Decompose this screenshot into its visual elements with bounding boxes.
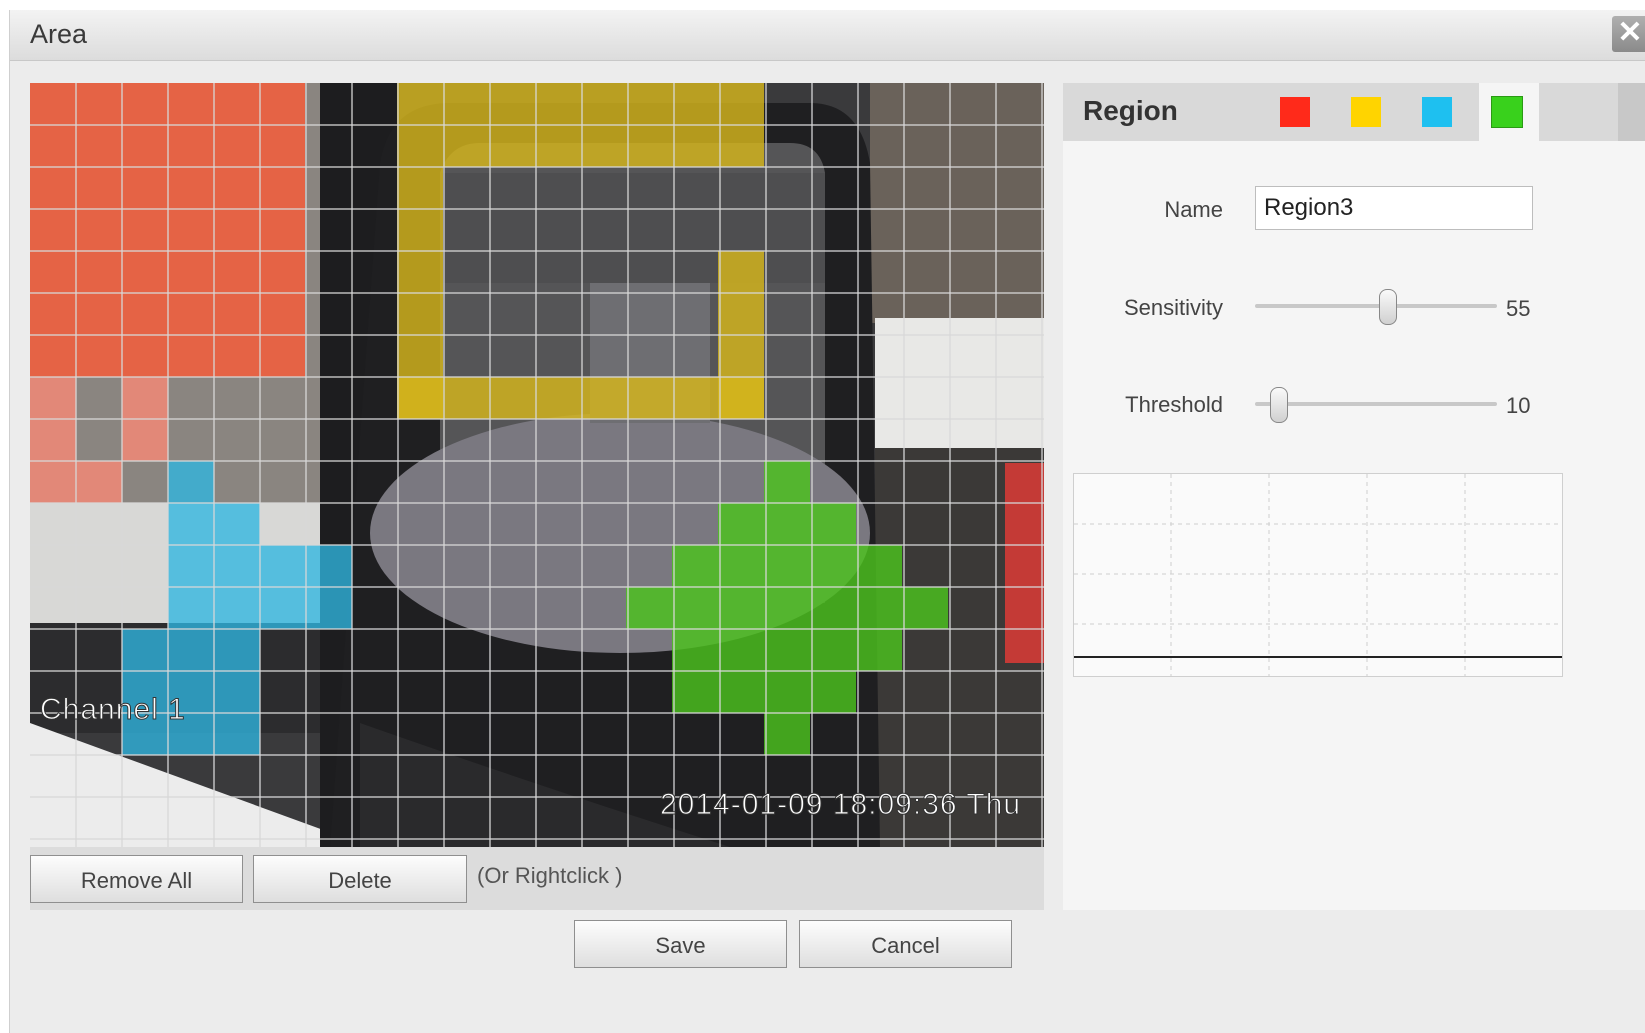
video-preview[interactable]: Channel 1 2014-01-09 18:09:36 Thu — [30, 83, 1044, 847]
channel-label: Channel 1 — [40, 693, 186, 727]
sensitivity-slider-track[interactable] — [1255, 304, 1497, 308]
region-swatch-blue[interactable] — [1422, 97, 1452, 127]
region-swatch-green[interactable] — [1491, 96, 1523, 128]
timestamp-overlay: 2014-01-09 18:09:36 Thu — [659, 788, 1022, 822]
delete-button[interactable]: Delete — [253, 855, 467, 903]
cancel-button[interactable]: Cancel — [799, 920, 1012, 968]
region-name-input[interactable] — [1255, 186, 1533, 230]
region-swatch-yellow[interactable] — [1351, 97, 1381, 127]
threshold-slider-track[interactable] — [1255, 402, 1497, 406]
dialog-titlebar: Area ✕ — [10, 10, 1645, 61]
rightclick-hint: (Or Rightclick ) — [477, 863, 623, 888]
sensitivity-value: 55 — [1506, 296, 1531, 321]
sensitivity-slider-thumb[interactable] — [1379, 289, 1398, 325]
name-label: Name — [1164, 197, 1223, 222]
area-dialog: Area ✕ Channel 1 2014-01-09 18:09:36 Thu… — [9, 10, 1645, 1033]
motion-level-graph — [1073, 473, 1563, 677]
threshold-value: 10 — [1506, 393, 1531, 418]
region-scroll-handle[interactable] — [1618, 83, 1645, 141]
remove-all-button[interactable]: Remove All — [30, 855, 243, 903]
grid-toolbar: Remove All Delete (Or Rightclick ) — [30, 847, 1044, 910]
close-icon[interactable]: ✕ — [1612, 16, 1645, 52]
threshold-label: Threshold — [1125, 392, 1223, 417]
dialog-title: Area — [30, 19, 88, 49]
sensitivity-label: Sensitivity — [1123, 295, 1223, 320]
region-header: Region — [1063, 83, 1645, 141]
camera-scene[interactable] — [30, 83, 1044, 847]
region-swatch-red[interactable] — [1280, 97, 1310, 127]
save-button[interactable]: Save — [574, 920, 787, 968]
region-title: Region — [1083, 95, 1178, 126]
region-panel: Region Name Sensitivity 55 Threshold 10 — [1063, 83, 1645, 910]
threshold-slider-thumb[interactable] — [1270, 387, 1289, 423]
